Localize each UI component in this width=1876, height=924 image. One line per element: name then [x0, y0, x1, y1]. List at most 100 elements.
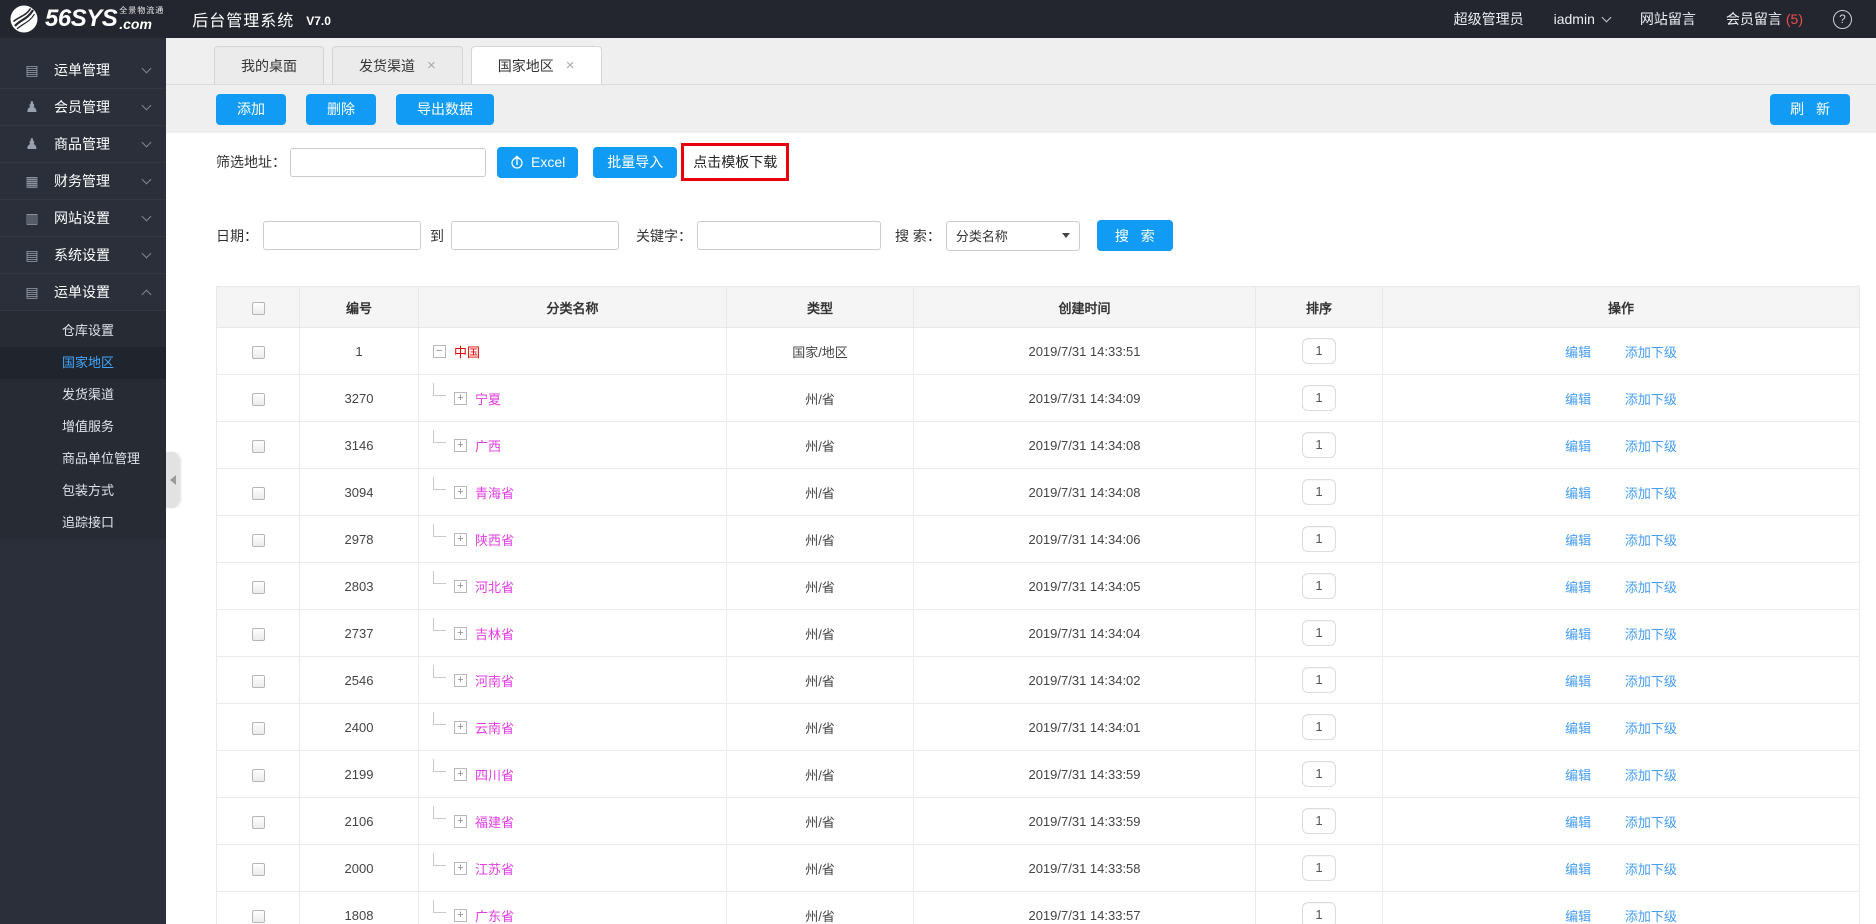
edit-link[interactable]: 编辑 — [1565, 674, 1591, 689]
add-child-link[interactable]: 添加下级 — [1625, 862, 1677, 877]
add-child-link[interactable]: 添加下级 — [1625, 909, 1677, 924]
submenu-item[interactable]: 追踪接口 — [0, 507, 166, 539]
edit-link[interactable]: 编辑 — [1565, 768, 1591, 783]
row-checkbox[interactable] — [251, 909, 265, 923]
tree-toggle-icon[interactable] — [454, 485, 467, 499]
row-checkbox[interactable] — [251, 533, 265, 547]
export-data-button[interactable]: 导出数据 — [396, 93, 494, 125]
site-messages-link[interactable]: 网站留言 — [1640, 9, 1696, 29]
sort-order-input[interactable]: 1 — [1302, 667, 1336, 693]
sidebar-menu-item[interactable]: 系统设置 — [0, 237, 166, 274]
user-menu[interactable]: iadmin — [1554, 11, 1612, 27]
tree-toggle-icon[interactable] — [454, 579, 467, 593]
tree-toggle-icon[interactable] — [454, 391, 467, 405]
row-checkbox[interactable] — [251, 862, 265, 876]
tree-toggle-icon[interactable] — [454, 861, 467, 875]
row-checkbox[interactable] — [251, 486, 265, 500]
sort-order-input[interactable]: 1 — [1302, 432, 1336, 458]
tree-toggle-icon[interactable] — [454, 908, 467, 922]
tab[interactable]: 国家地区 — [470, 46, 602, 85]
edit-link[interactable]: 编辑 — [1565, 862, 1591, 877]
category-name-link[interactable]: 广西 — [475, 439, 501, 454]
row-checkbox[interactable] — [251, 768, 265, 782]
row-checkbox[interactable] — [251, 580, 265, 594]
edit-link[interactable]: 编辑 — [1565, 392, 1591, 407]
date-to-input[interactable] — [451, 221, 619, 250]
submenu-item[interactable]: 发货渠道 — [0, 379, 166, 411]
sort-order-input[interactable]: 1 — [1302, 526, 1336, 552]
sidebar-menu-item[interactable]: 网站设置 — [0, 200, 166, 237]
close-icon[interactable] — [566, 47, 575, 85]
submenu-item[interactable]: 仓库设置 — [0, 315, 166, 347]
edit-link[interactable]: 编辑 — [1565, 815, 1591, 830]
sidebar-menu-item[interactable]: 商品管理 — [0, 126, 166, 163]
search-button[interactable]: 搜 索 — [1096, 220, 1173, 251]
row-checkbox[interactable] — [251, 674, 265, 688]
filter-address-input[interactable] — [290, 147, 486, 177]
tree-toggle-icon[interactable] — [454, 720, 467, 734]
category-name-link[interactable]: 吉林省 — [475, 627, 514, 642]
edit-link[interactable]: 编辑 — [1565, 721, 1591, 736]
help-icon[interactable] — [1833, 9, 1852, 29]
tree-toggle-icon[interactable] — [454, 438, 467, 452]
tab[interactable]: 我的桌面 — [214, 46, 324, 84]
submenu-item[interactable]: 国家地区 — [0, 347, 166, 379]
edit-link[interactable]: 编辑 — [1565, 909, 1591, 924]
submenu-item[interactable]: 商品单位管理 — [0, 443, 166, 475]
sidebar-menu-item[interactable]: 会员管理 — [0, 89, 166, 126]
sidebar-menu-item[interactable]: 运单设置 — [0, 274, 166, 311]
tree-toggle-icon[interactable] — [454, 673, 467, 687]
submenu-item[interactable]: 包装方式 — [0, 475, 166, 507]
edit-link[interactable]: 编辑 — [1565, 533, 1591, 548]
add-child-link[interactable]: 添加下级 — [1625, 439, 1677, 454]
edit-link[interactable]: 编辑 — [1565, 627, 1591, 642]
category-name-link[interactable]: 江苏省 — [475, 862, 514, 877]
sidebar-menu-item[interactable]: 财务管理 — [0, 163, 166, 200]
excel-upload-button[interactable]: Excel — [497, 146, 579, 178]
category-name-link[interactable]: 陕西省 — [475, 533, 514, 548]
row-checkbox[interactable] — [251, 439, 265, 453]
add-child-link[interactable]: 添加下级 — [1625, 768, 1677, 783]
tree-toggle-icon[interactable] — [454, 814, 467, 828]
sort-order-input[interactable]: 1 — [1302, 855, 1336, 881]
template-download-link[interactable]: 点击模板下载 — [681, 143, 790, 181]
sort-order-input[interactable]: 1 — [1302, 385, 1336, 411]
add-child-link[interactable]: 添加下级 — [1625, 627, 1677, 642]
category-name-link[interactable]: 福建省 — [475, 815, 514, 830]
refresh-button[interactable]: 刷 新 — [1770, 93, 1850, 125]
edit-link[interactable]: 编辑 — [1565, 345, 1591, 360]
sort-order-input[interactable]: 1 — [1302, 761, 1336, 787]
sort-order-input[interactable]: 1 — [1302, 902, 1336, 924]
category-name-link[interactable]: 四川省 — [475, 768, 514, 783]
batch-import-button[interactable]: 批量导入 — [593, 146, 678, 178]
category-name-link[interactable]: 青海省 — [475, 486, 514, 501]
sort-order-input[interactable]: 1 — [1302, 338, 1336, 364]
row-checkbox[interactable] — [251, 392, 265, 406]
tree-toggle-icon[interactable] — [433, 344, 446, 358]
tree-toggle-icon[interactable] — [454, 767, 467, 781]
add-child-link[interactable]: 添加下级 — [1625, 721, 1677, 736]
category-name-link[interactable]: 宁夏 — [475, 392, 501, 407]
edit-link[interactable]: 编辑 — [1565, 486, 1591, 501]
date-from-input[interactable] — [263, 221, 421, 250]
sidebar-menu-item[interactable]: 运单管理 — [0, 52, 166, 89]
sort-order-input[interactable]: 1 — [1302, 479, 1336, 505]
sidebar-collapse-handle[interactable] — [166, 452, 180, 508]
category-name-link[interactable]: 河北省 — [475, 580, 514, 595]
add-button[interactable]: 添加 — [216, 93, 286, 125]
keyword-input[interactable] — [697, 221, 881, 250]
member-messages-link[interactable]: 会员留言 (5) — [1726, 9, 1803, 29]
edit-link[interactable]: 编辑 — [1565, 580, 1591, 595]
add-child-link[interactable]: 添加下级 — [1625, 345, 1677, 360]
category-name-link[interactable]: 河南省 — [475, 674, 514, 689]
row-checkbox[interactable] — [251, 627, 265, 641]
sort-order-input[interactable]: 1 — [1302, 573, 1336, 599]
add-child-link[interactable]: 添加下级 — [1625, 815, 1677, 830]
tree-toggle-icon[interactable] — [454, 532, 467, 546]
row-checkbox[interactable] — [251, 345, 265, 359]
category-name-link[interactable]: 广东省 — [475, 909, 514, 924]
tab[interactable]: 发货渠道 — [332, 46, 463, 84]
sort-order-input[interactable]: 1 — [1302, 808, 1336, 834]
select-all-checkbox[interactable] — [251, 301, 265, 315]
delete-button[interactable]: 删除 — [306, 93, 376, 125]
